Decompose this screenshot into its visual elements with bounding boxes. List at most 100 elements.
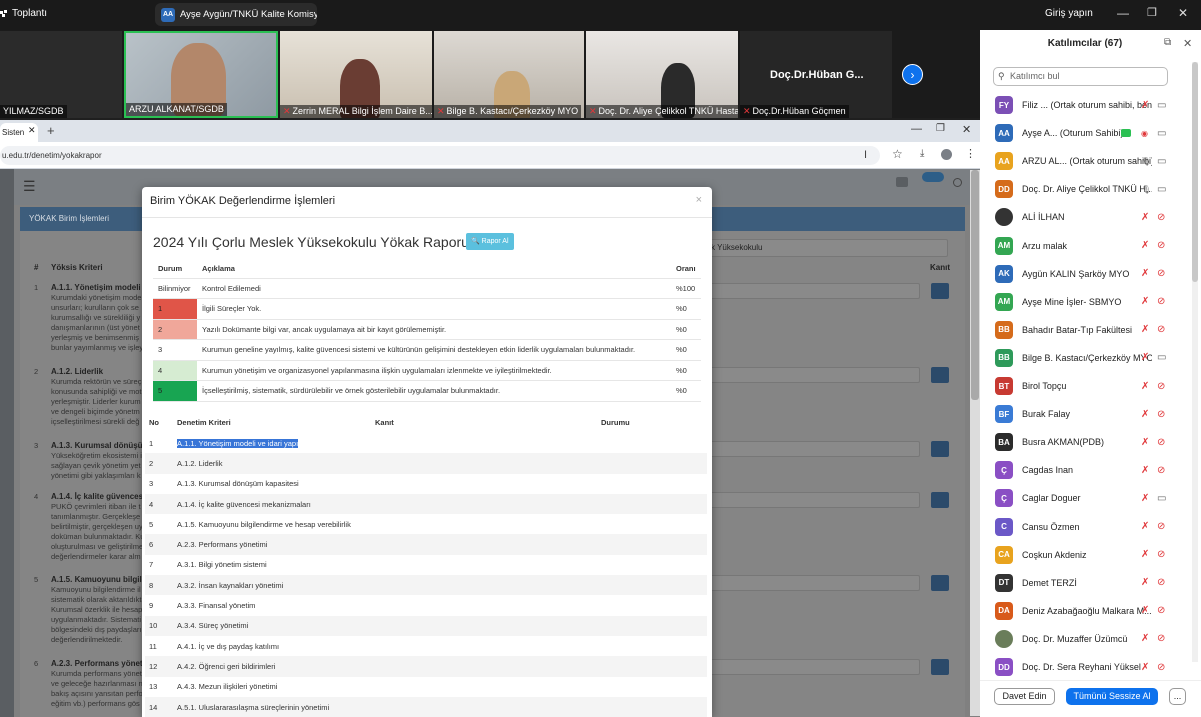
- participant-row[interactable]: BT Birol Topçu ✗ ⊘: [995, 376, 1185, 396]
- video-tile-3[interactable]: ✕ Zerrin MERAL Bilgi İşlem Daire B...: [280, 31, 432, 118]
- video-off-icon[interactable]: ⊘: [1157, 324, 1165, 335]
- mic-muted-icon[interactable]: ✗: [1141, 212, 1149, 223]
- video-off-icon[interactable]: ⊘: [1157, 549, 1165, 560]
- criteria-row[interactable]: 11 A.4.1. İç ve dış paydaş katılımı: [145, 636, 707, 656]
- participant-row[interactable]: BF Burak Falay ✗ ⊘: [995, 404, 1185, 424]
- video-off-icon[interactable]: ⊘: [1157, 577, 1165, 588]
- mic-muted-icon[interactable]: ✗: [1141, 296, 1149, 307]
- criteria-row[interactable]: 5 A.1.5. Kamuoyunu bilgilendirme ve hesap…: [145, 514, 707, 534]
- browser-close-icon[interactable]: ✕: [962, 123, 971, 136]
- more-button[interactable]: ...: [1169, 688, 1186, 705]
- panel-close-icon[interactable]: ✕: [1183, 37, 1192, 50]
- video-off-icon[interactable]: ⊘: [1157, 296, 1165, 307]
- bg-row-evidence-button[interactable]: [931, 575, 949, 591]
- mic-muted-icon[interactable]: ✗: [1141, 240, 1149, 251]
- restore-icon[interactable]: ❐: [1147, 6, 1157, 19]
- mic-muted-icon[interactable]: ✗: [1141, 549, 1149, 560]
- criteria-row[interactable]: 10 A.3.4. Süreç yönetimi: [145, 615, 707, 636]
- video-off-icon[interactable]: ⊘: [1157, 662, 1165, 673]
- video-off-icon[interactable]: ⊘: [1157, 521, 1165, 532]
- participant-search-input[interactable]: ⚲ Katılımcı bul: [993, 67, 1168, 86]
- profile-icon[interactable]: [941, 149, 952, 160]
- participant-row[interactable]: BB Bahadır Batar-Tıp Fakültesi ✗ ⊘: [995, 320, 1185, 340]
- bg-row-select[interactable]: [710, 575, 920, 591]
- video-tile-4[interactable]: ✕ Bilge B. Kastacı/Çerkezköy MYO: [434, 31, 584, 118]
- participant-row[interactable]: ALİ İLHAN ✗ ⊘: [995, 207, 1185, 227]
- bg-row-select[interactable]: [710, 441, 920, 457]
- browser-menu-icon[interactable]: ⋮: [965, 147, 976, 160]
- mic-muted-icon[interactable]: ✗: [1141, 268, 1149, 279]
- bg-row-evidence-button[interactable]: [931, 492, 949, 508]
- mic-muted-icon[interactable]: ✗: [1141, 577, 1149, 588]
- bg-row-evidence-button[interactable]: [931, 659, 949, 675]
- tab-close-icon[interactable]: ✕: [28, 125, 36, 136]
- video-on-icon[interactable]: ▭: [1157, 100, 1166, 111]
- participant-row[interactable]: C Cansu Özmen ✗ ⊘: [995, 517, 1185, 537]
- mic-muted-icon[interactable]: ✗: [1141, 324, 1149, 335]
- mic-muted-icon[interactable]: ✗: [1141, 605, 1149, 616]
- criteria-row[interactable]: 3 A.1.3. Kurumsal dönüşüm kapasitesi: [145, 474, 707, 494]
- participant-row[interactable]: AA Ayşe A... (Oturum Sahibi) ◉ ▭: [995, 123, 1185, 143]
- mic-muted-icon[interactable]: ✗: [1141, 633, 1149, 644]
- page-scrollbar[interactable]: [970, 170, 980, 716]
- mic-on-icon[interactable]: 🎙: [1141, 157, 1151, 166]
- criteria-row[interactable]: 1 A.1.1. Yönetişim modeli ve idari yapı: [145, 433, 707, 453]
- participant-row[interactable]: AM Ayşe Mine İşler- SBMYO ✗ ⊘: [995, 292, 1185, 312]
- participant-row[interactable]: CA Coşkun Akdeniz ✗ ⊘: [995, 545, 1185, 565]
- invite-button[interactable]: Davet Edin: [994, 688, 1055, 705]
- participant-row[interactable]: DD Doç. Dr. Aliye Çelikkol TNKÜ H... 🎙 ▭: [995, 179, 1185, 199]
- mic-muted-icon[interactable]: ✗: [1141, 662, 1149, 673]
- mic-muted-icon[interactable]: ✗: [1141, 521, 1149, 532]
- video-on-icon[interactable]: ▭: [1157, 352, 1166, 363]
- download-icon[interactable]: ⤓: [920, 148, 924, 159]
- participant-row[interactable]: AA ARZU AL... (Ortak oturum sahibi) 🎙 ▭: [995, 151, 1185, 171]
- notification-icon[interactable]: [896, 177, 908, 187]
- criteria-row[interactable]: 8 A.3.2. İnsan kaynakları yönetimi: [145, 575, 707, 596]
- video-off-icon[interactable]: ⊘: [1157, 268, 1165, 279]
- recording-icon[interactable]: ◉: [1141, 129, 1148, 138]
- participant-row[interactable]: BB Bilge B. Kastacı/Çerkezköy MYO ✗ ▭: [995, 348, 1185, 368]
- mic-on-icon[interactable]: 🎙: [1141, 185, 1151, 194]
- video-tile-5[interactable]: ✕ Doç. Dr. Aliye Çelikkol TNKÜ Hastan...: [586, 31, 738, 118]
- participant-row[interactable]: AK Aygün KALIN Şarköy MYO ✗ ⊘: [995, 264, 1185, 284]
- participant-row[interactable]: DD Doç. Dr. Sera Reyhani Yüksel ✗ ⊘: [995, 657, 1185, 677]
- power-icon[interactable]: [953, 178, 962, 187]
- minimize-icon[interactable]: —: [1117, 6, 1129, 20]
- mic-muted-icon[interactable]: ✗: [1141, 409, 1149, 420]
- video-off-icon[interactable]: ⊘: [1157, 240, 1165, 251]
- video-on-icon[interactable]: ▭: [1157, 184, 1166, 195]
- mic-muted-icon[interactable]: ✗: [1141, 465, 1149, 476]
- bg-row-select[interactable]: [710, 659, 920, 675]
- video-off-icon[interactable]: ⊘: [1157, 381, 1165, 392]
- video-on-icon[interactable]: ▭: [1157, 156, 1166, 167]
- next-videos-button[interactable]: ›: [902, 64, 923, 85]
- participant-row[interactable]: Ç Caglar Doguer ✗ ▭: [995, 488, 1185, 508]
- hamburger-menu-icon[interactable]: ☰: [23, 178, 36, 195]
- participant-row[interactable]: FY Filiz ... (Ortak oturum sahibi, ben) ✗ ▭: [995, 95, 1185, 115]
- participant-row[interactable]: DA Deniz Azabağaoğlu Malkara M... ✗ ⊘: [995, 601, 1185, 621]
- share-indicator[interactable]: AA Ayşe Aygün/TNKÜ Kalite Komisy ⋯: [155, 3, 317, 26]
- mic-muted-icon[interactable]: ✗: [1141, 493, 1149, 504]
- popout-icon[interactable]: ⧉: [1164, 37, 1171, 48]
- modal-close-icon[interactable]: ×: [696, 194, 702, 206]
- criteria-row[interactable]: 6 A.2.3. Performans yönetimi: [145, 534, 707, 555]
- unit-select[interactable]: k Yüksekokulu: [700, 239, 948, 257]
- mic-muted-icon[interactable]: ✗: [1141, 381, 1149, 392]
- participant-row[interactable]: DT Demet TERZİ ✗ ⊘: [995, 573, 1185, 593]
- bookmark-star-icon[interactable]: ☆: [892, 147, 903, 161]
- video-tile-2[interactable]: ARZU ALKANAT/SGDB: [124, 31, 278, 118]
- participants-scrollbar[interactable]: [1192, 62, 1198, 662]
- close-icon[interactable]: ✕: [1178, 6, 1188, 20]
- criteria-row[interactable]: 14 A.5.1. Uluslararasılaşma süreçlerinin …: [145, 696, 707, 717]
- mute-all-button[interactable]: Tümünü Sessize Al: [1066, 688, 1158, 705]
- bg-row-evidence-button[interactable]: [931, 283, 949, 299]
- bg-row-evidence-button[interactable]: [931, 441, 949, 457]
- video-off-icon[interactable]: ⊘: [1157, 465, 1165, 476]
- browser-restore-icon[interactable]: ❐: [936, 123, 945, 134]
- video-on-icon[interactable]: ▭: [1157, 493, 1166, 504]
- criteria-row[interactable]: 7 A.3.1. Bilgi yönetim sistemi: [145, 555, 707, 575]
- bg-row-select[interactable]: [710, 492, 920, 508]
- participant-row[interactable]: Doç. Dr. Muzaffer Üzümcü ✗ ⊘: [995, 629, 1185, 649]
- video-off-icon[interactable]: ⊘: [1157, 605, 1165, 616]
- criteria-row[interactable]: 2 A.1.2. Liderlik: [145, 453, 707, 474]
